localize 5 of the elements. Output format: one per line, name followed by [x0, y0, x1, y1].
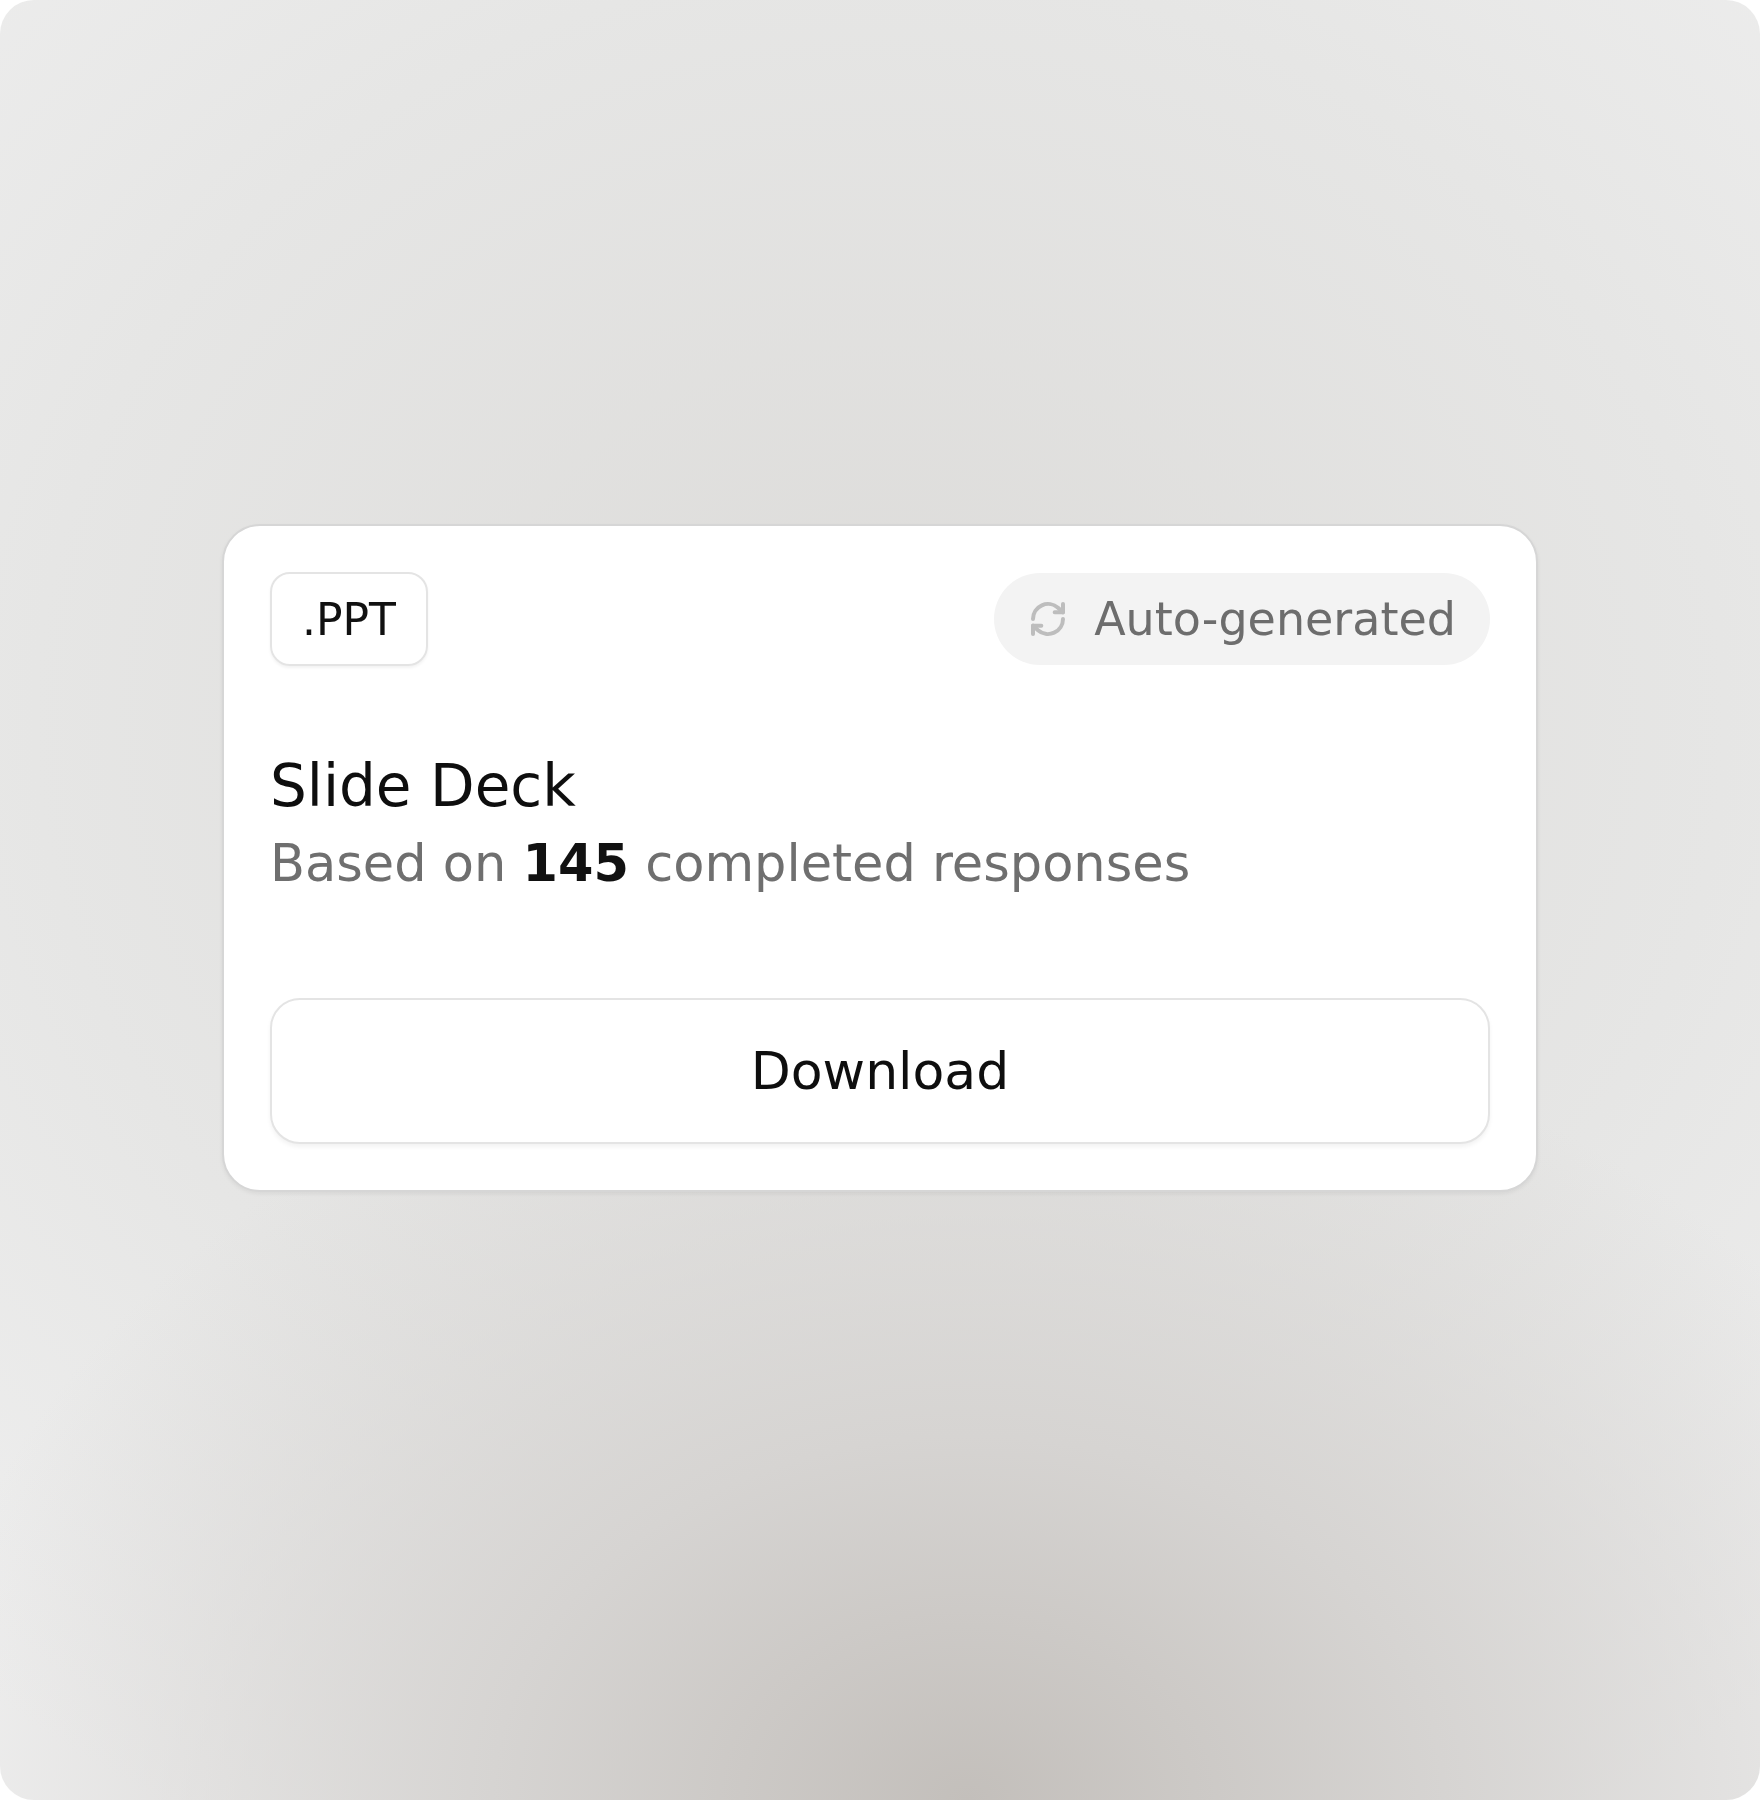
card-subtitle: Based on 145 completed responses: [270, 834, 1192, 893]
card-title: Slide Deck: [270, 752, 577, 820]
download-button[interactable]: Download: [270, 998, 1490, 1144]
format-tag: .PPT: [270, 572, 428, 666]
status-label: Auto-generated: [1094, 592, 1456, 646]
